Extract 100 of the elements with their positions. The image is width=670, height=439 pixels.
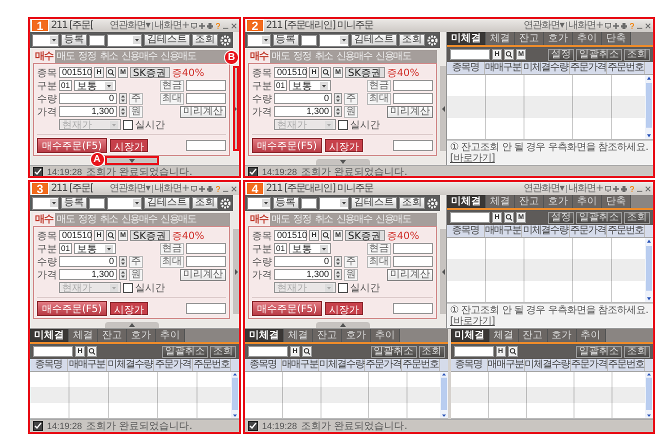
related-screens-menu[interactable]: 연관화면▾: [524, 20, 564, 32]
grid-tab[interactable]: 호가: [544, 32, 573, 45]
market-price-button[interactable]: 시장가: [324, 139, 363, 152]
market-price-button[interactable]: 시장가: [110, 139, 148, 152]
order-tab[interactable]: 매수: [33, 50, 55, 63]
price-field[interactable]: 1,300: [274, 106, 332, 117]
order-type-dropdown[interactable]: 보통: [74, 243, 116, 254]
grid-tab[interactable]: 미체결: [447, 195, 486, 208]
order-type-code[interactable]: 01: [274, 80, 287, 91]
query-button[interactable]: 조회: [399, 34, 425, 46]
quantity-field[interactable]: 0: [274, 256, 332, 267]
grid-tab[interactable]: 호가: [342, 329, 371, 342]
grid-action-button[interactable]: 일괄취소: [576, 48, 622, 60]
buy-order-button[interactable]: 매수주문(F5): [37, 301, 107, 316]
grid-tab[interactable]: 단축: [602, 195, 631, 208]
price-field[interactable]: 1,300: [274, 269, 332, 280]
order-type-dropdown[interactable]: 보통: [289, 80, 331, 91]
grid-action-button[interactable]: 조회: [418, 346, 444, 358]
order-type-code[interactable]: 01: [59, 243, 72, 254]
grid-action-button[interactable]: 일괄취소: [576, 212, 622, 224]
precalculate-button[interactable]: 미리계산: [387, 106, 433, 118]
account-name-button[interactable]: 김테스트: [144, 34, 190, 46]
related-screens-menu[interactable]: 연관화면▾: [110, 20, 150, 32]
unit-label: 주: [129, 256, 143, 268]
order-type-code[interactable]: 01: [274, 243, 287, 254]
order-tab[interactable]: 매수: [248, 213, 270, 226]
stock-code-field[interactable]: 001510: [274, 230, 307, 241]
grid-tab[interactable]: 추이: [573, 32, 602, 45]
grid-tab[interactable]: 호가: [127, 329, 156, 342]
my-screen-menu[interactable]: 내화면+: [154, 182, 189, 194]
quantity-field[interactable]: 0: [59, 256, 117, 267]
order-tab[interactable]: 매수: [33, 213, 55, 226]
grid-action-button[interactable]: 일괄취소: [576, 346, 622, 358]
grid-tab[interactable]: 추이: [576, 329, 606, 342]
quantity-field[interactable]: 0: [274, 93, 332, 104]
grid-tab[interactable]: 단축: [602, 32, 631, 45]
my-screen-menu[interactable]: 내화면+: [568, 182, 603, 194]
grid-action-button[interactable]: 일괄취소: [370, 346, 416, 358]
grid-tab[interactable]: 체결: [490, 329, 518, 342]
grid-tab[interactable]: 잔고: [515, 195, 544, 208]
price-field[interactable]: 1,300: [59, 269, 117, 280]
grid-tab[interactable]: 잔고: [98, 329, 127, 342]
buy-order-button[interactable]: 매수주문(F5): [252, 301, 322, 316]
grid-action-button[interactable]: 조회: [210, 346, 236, 358]
grid-tab[interactable]: 체결: [486, 195, 515, 208]
related-screens-menu[interactable]: 연관화면▾: [524, 182, 564, 194]
grid-tab[interactable]: 잔고: [515, 32, 544, 45]
my-screen-menu[interactable]: 내화면+: [568, 20, 603, 32]
grid-tab[interactable]: 잔고: [313, 329, 342, 342]
precalculate-button[interactable]: 미리계산: [180, 268, 226, 280]
register-button[interactable]: 등록: [272, 197, 299, 209]
order-type-dropdown[interactable]: 보통: [289, 243, 331, 254]
market-price-button[interactable]: 시장가: [324, 302, 363, 315]
stock-code-field[interactable]: 001510: [274, 67, 307, 78]
stock-code-field[interactable]: 001510: [59, 230, 92, 241]
grid-action-button[interactable]: 조회: [624, 48, 650, 60]
price-field[interactable]: 1,300: [59, 106, 117, 117]
query-button[interactable]: 조회: [192, 197, 218, 209]
account-name-button[interactable]: 김테스트: [351, 197, 397, 209]
market-price-button[interactable]: 시장가: [110, 302, 148, 315]
grid-action-button[interactable]: 설정: [548, 48, 574, 60]
register-button[interactable]: 등록: [61, 34, 88, 46]
query-button[interactable]: 조회: [399, 197, 425, 209]
shortcut-link[interactable]: [바로가기]: [450, 153, 495, 164]
grid-action-button[interactable]: 조회: [624, 212, 650, 224]
grid-tab[interactable]: 체결: [69, 329, 98, 342]
order-type-dropdown[interactable]: 보통: [74, 80, 116, 91]
grid-tab[interactable]: 미체결: [30, 329, 69, 342]
order-type-code[interactable]: 01: [59, 80, 72, 91]
grid-tab[interactable]: 체결: [486, 32, 515, 45]
precalculate-button[interactable]: 미리계산: [387, 268, 433, 280]
grid-tab[interactable]: 추이: [371, 329, 400, 342]
grid-tab[interactable]: 호가: [548, 329, 576, 342]
buy-order-button[interactable]: 매수주문(F5): [37, 138, 107, 153]
grid-tab[interactable]: 호가: [544, 195, 573, 208]
grid-tab[interactable]: 체결: [284, 329, 313, 342]
precalculate-button[interactable]: 미리계산: [180, 106, 226, 118]
account-name-button[interactable]: 김테스트: [351, 34, 397, 46]
register-button[interactable]: 등록: [272, 34, 299, 46]
query-button[interactable]: 조회: [192, 34, 218, 46]
grid-tab[interactable]: 미체결: [447, 32, 486, 45]
buy-order-button[interactable]: 매수주문(F5): [252, 138, 322, 153]
account-name-button[interactable]: 김테스트: [144, 197, 190, 209]
order-tab[interactable]: 매수: [248, 50, 270, 63]
column-header: 미체결수량: [319, 359, 366, 371]
grid-tab[interactable]: 잔고: [518, 329, 548, 342]
related-screens-menu[interactable]: 연관화면▾: [110, 182, 150, 194]
grid-tab[interactable]: 추이: [156, 329, 185, 342]
grid-action-button[interactable]: 조회: [624, 346, 650, 358]
grid-action-button[interactable]: 설정: [548, 212, 574, 224]
grid-tab[interactable]: 추이: [573, 195, 602, 208]
my-screen-menu[interactable]: 내화면+: [154, 20, 189, 32]
quantity-field[interactable]: 0: [59, 93, 117, 104]
register-button[interactable]: 등록: [61, 197, 88, 209]
column-header: 매매구분: [68, 359, 107, 371]
shortcut-link[interactable]: [바로가기]: [450, 316, 495, 327]
stock-code-field[interactable]: 001510: [59, 67, 92, 78]
grid-tab[interactable]: 미체결: [245, 329, 284, 342]
grid-action-button[interactable]: 일괄취소: [162, 346, 208, 358]
grid-tab[interactable]: 미체결: [450, 329, 490, 342]
